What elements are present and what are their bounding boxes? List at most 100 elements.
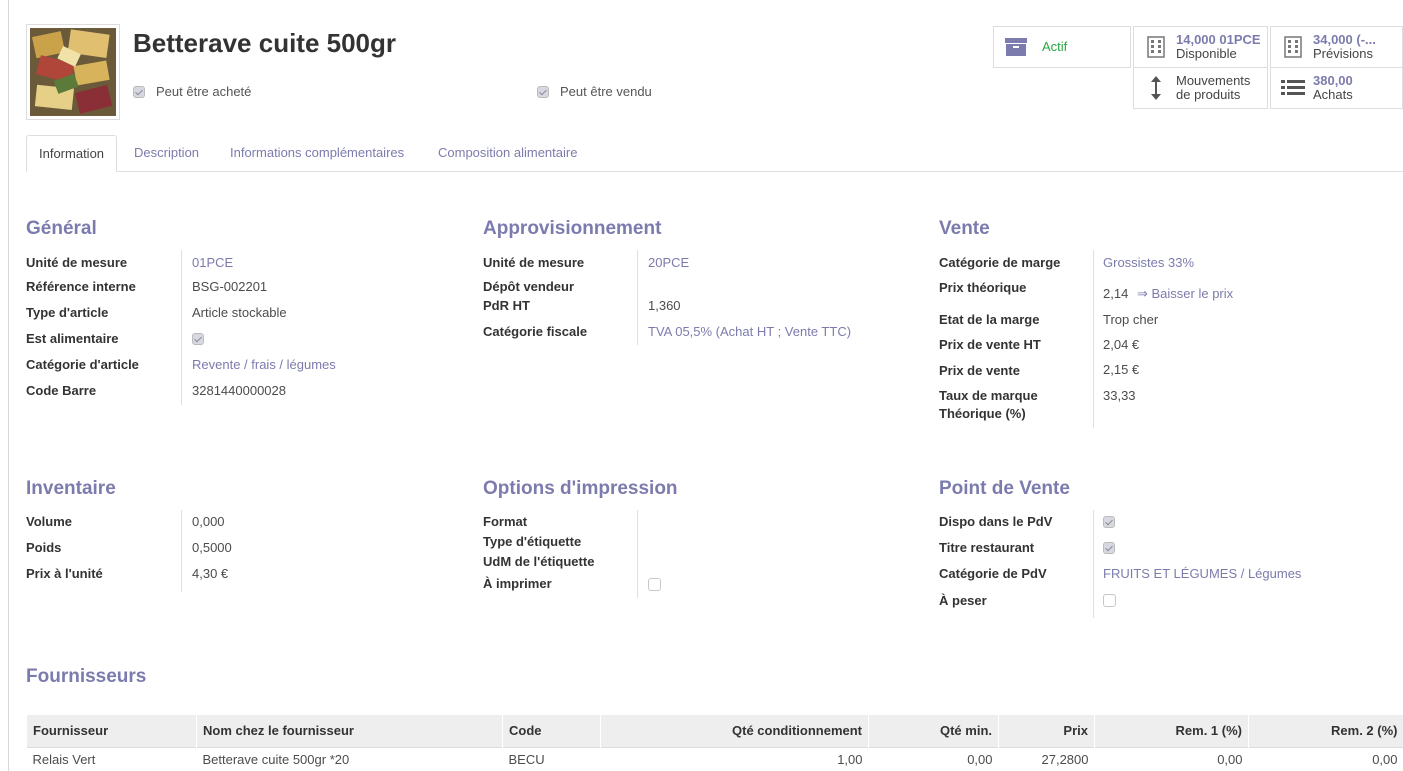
barcode-value: 3281440000028: [192, 383, 286, 398]
cell-discount-2: 0,00: [1248, 746, 1403, 771]
tab-information[interactable]: Information: [26, 135, 118, 172]
pos-category-value[interactable]: FRUITS ET LÉGUMES / Légumes: [1103, 565, 1301, 582]
can-be-purchased-label: Peut être acheté: [156, 84, 252, 99]
section-supply-title: Approvisionnement: [483, 218, 662, 239]
tax-category-label: Catégorie fiscale: [483, 324, 588, 339]
section-general-title: Général: [26, 218, 97, 239]
tab-food-composition[interactable]: Composition alimentaire: [426, 135, 589, 172]
pos-available-checkbox[interactable]: [1103, 516, 1115, 528]
available-qty-button[interactable]: 14,000 01PCE Disponible: [1133, 26, 1268, 68]
notebook-tabs: Information Description Informations com…: [26, 135, 1403, 172]
can-be-purchased-checkbox[interactable]: [133, 85, 145, 98]
purchases-button[interactable]: 380,00 Achats: [1270, 67, 1403, 109]
product-moves-line1: Mouvements: [1176, 73, 1251, 88]
label-type-label: Type d'étiquette: [483, 534, 582, 549]
column-header-discount-1[interactable]: Rem. 1 (%): [1094, 715, 1249, 747]
section-sale-title: Vente: [939, 218, 990, 239]
volume-label: Volume: [26, 514, 72, 529]
suppliers-table: Fournisseur Nom chez le fournisseur Code…: [26, 715, 1403, 771]
margin-category-value[interactable]: Grossistes 33%: [1103, 254, 1194, 271]
cell-price: 27,2800: [998, 746, 1095, 771]
column-header-supplier-name[interactable]: Nom chez le fournisseur: [196, 715, 503, 747]
markup-rate-value: 33,33: [1103, 388, 1136, 403]
to-weigh-checkbox[interactable]: [1103, 594, 1116, 607]
product-photo-icon: [30, 28, 116, 116]
section-pos-title: Point de Vente: [939, 478, 1070, 499]
general-uom-value[interactable]: 01PCE: [192, 254, 233, 271]
sale-price-label: Prix de vente: [939, 363, 1020, 378]
pdr-value: 1,360: [648, 298, 681, 313]
forecast-qty-value: 34,000 (-...: [1313, 32, 1376, 47]
available-qty-value: 14,000 01PCE: [1176, 32, 1261, 47]
to-print-checkbox[interactable]: [648, 578, 661, 591]
deposit-label: Dépôt vendeur: [483, 279, 575, 294]
is-food-checkbox[interactable]: [192, 333, 204, 345]
to-print-label: À imprimer: [483, 576, 552, 591]
purchases-label: Achats: [1313, 87, 1353, 102]
active-label: Actif: [1042, 39, 1068, 54]
margin-state-label: Etat de la marge: [939, 312, 1040, 327]
tab-description[interactable]: Description: [122, 135, 211, 172]
column-header-code[interactable]: Code: [502, 715, 601, 747]
lower-price-button[interactable]: ⇒ Baisser le prix: [1137, 285, 1233, 302]
meal-voucher-label: Titre restaurant: [939, 540, 1035, 555]
unit-price-label: Prix à l'unité: [26, 566, 103, 581]
can-be-sold-flag[interactable]: Peut être vendu: [537, 84, 652, 99]
column-header-discount-2[interactable]: Rem. 2 (%): [1248, 715, 1403, 747]
column-header-price[interactable]: Prix: [998, 715, 1095, 747]
sale-price-ht-value: 2,04 €: [1103, 337, 1140, 352]
weight-value: 0,5000: [192, 540, 232, 555]
table-row[interactable]: Relais Vert Betterave cuite 500gr *20 BE…: [26, 746, 1403, 771]
weight-label: Poids: [26, 540, 62, 555]
is-food-label: Est alimentaire: [26, 331, 119, 346]
product-type-label: Type d'article: [26, 305, 109, 320]
format-label: Format: [483, 514, 528, 529]
tax-category-value[interactable]: TVA 05,5% (Achat HT ; Vente TTC): [648, 323, 851, 340]
margin-state-value: Trop cher: [1103, 312, 1159, 327]
cell-min-qty: 0,00: [868, 746, 999, 771]
available-qty-label: Disponible: [1176, 46, 1237, 61]
pos-category-label: Catégorie de PdV: [939, 566, 1047, 581]
general-uom-label: Unité de mesure: [26, 255, 128, 270]
forecast-qty-label: Prévisions: [1313, 46, 1373, 61]
forecast-qty-button[interactable]: 34,000 (-... Prévisions: [1270, 26, 1403, 68]
can-be-sold-checkbox[interactable]: [537, 85, 549, 98]
pos-available-label: Dispo dans le PdV: [939, 514, 1053, 529]
building-icon: [1144, 36, 1168, 58]
meal-voucher-checkbox[interactable]: [1103, 542, 1115, 554]
markup-rate-label-2: Théorique (%): [939, 406, 1026, 421]
product-category-label: Catégorie d'article: [26, 357, 139, 372]
theoretical-price-label: Prix théorique: [939, 280, 1027, 295]
product-image[interactable]: [26, 24, 120, 120]
general-separator: [181, 250, 182, 405]
product-category-value[interactable]: Revente / frais / légumes: [192, 356, 336, 373]
sale-price-ht-label: Prix de vente HT: [939, 337, 1041, 352]
section-print-title: Options d'impression: [483, 478, 678, 499]
print-separator: [637, 510, 638, 598]
can-be-sold-label: Peut être vendu: [560, 84, 652, 99]
markup-rate-label-1: Taux de marque: [939, 388, 1038, 403]
barcode-label: Code Barre: [26, 383, 97, 398]
label-uom-label: UdM de l'étiquette: [483, 554, 595, 569]
can-be-purchased-flag[interactable]: Peut être acheté: [133, 84, 251, 99]
page-left-border: [8, 0, 9, 771]
purchases-value: 380,00: [1313, 73, 1353, 88]
column-header-supplier[interactable]: Fournisseur: [26, 715, 197, 747]
building-icon: [1281, 36, 1305, 58]
theoretical-price-value: 2,14: [1103, 286, 1129, 301]
supply-separator: [637, 250, 638, 345]
column-header-package-qty[interactable]: Qté conditionnement: [600, 715, 869, 747]
product-type-value: Article stockable: [192, 305, 287, 320]
supply-uom-value[interactable]: 20PCE: [648, 254, 689, 271]
active-toggle-button[interactable]: Actif: [993, 26, 1131, 68]
unit-price-value: 4,30 €: [192, 566, 229, 581]
product-moves-button[interactable]: Mouvements de produits: [1133, 67, 1268, 109]
inventory-separator: [181, 510, 182, 592]
cell-discount-1: 0,00: [1094, 746, 1249, 771]
pos-separator: [1093, 510, 1094, 618]
column-header-min-qty[interactable]: Qté min.: [868, 715, 999, 747]
tab-additional-info[interactable]: Informations complémentaires: [218, 135, 416, 172]
up-down-arrow-icon: [1144, 76, 1168, 100]
sale-separator: [1093, 250, 1094, 428]
list-icon: [1281, 79, 1305, 97]
